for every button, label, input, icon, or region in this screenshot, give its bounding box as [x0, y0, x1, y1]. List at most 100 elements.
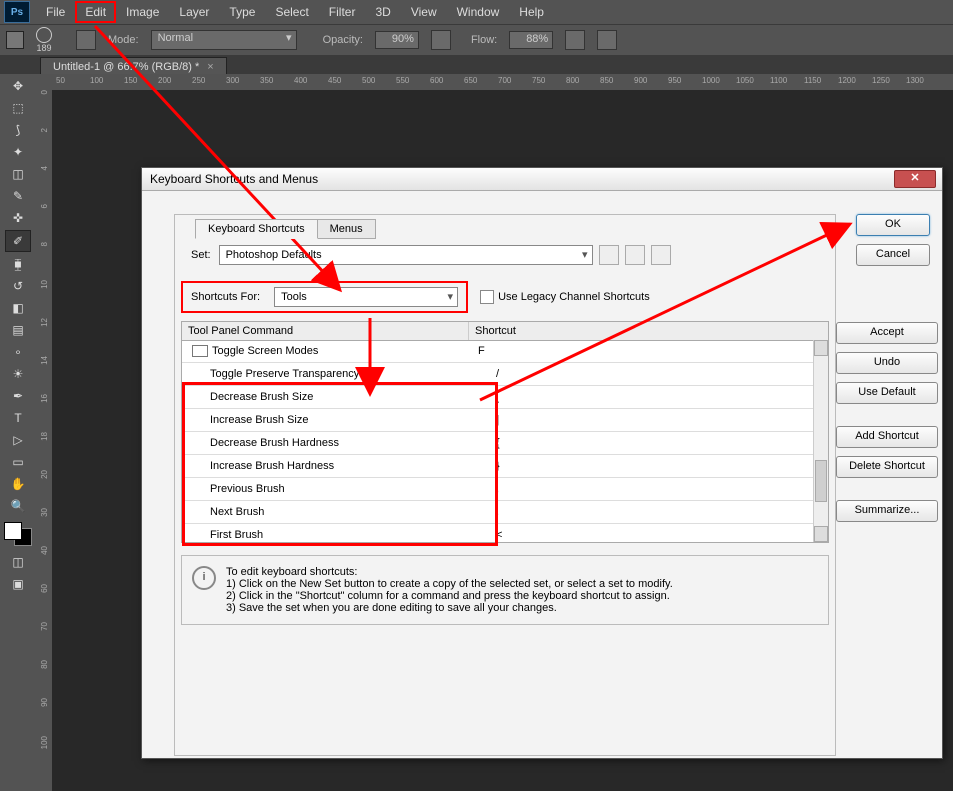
ruler-tick-v: 4	[40, 166, 49, 170]
row-shortcut[interactable]: /	[490, 363, 814, 385]
cancel-button[interactable]: Cancel	[856, 244, 930, 266]
scroll-up-icon[interactable]	[814, 340, 828, 356]
row-shortcut[interactable]: .	[490, 501, 814, 523]
shortcut-row[interactable]: First Brush <	[182, 524, 814, 542]
healing-tool[interactable]: ✜	[6, 208, 30, 228]
hand-tool[interactable]: ✋	[6, 474, 30, 494]
airbrush-icon[interactable]	[565, 30, 585, 50]
grid-scrollbar[interactable]	[813, 340, 828, 542]
new-set-icon[interactable]	[599, 245, 619, 265]
ok-button[interactable]: OK	[856, 214, 930, 236]
save-set-icon[interactable]	[625, 245, 645, 265]
ruler-tick: 1000	[702, 76, 720, 85]
menu-layer[interactable]: Layer	[169, 1, 219, 23]
tab-keyboard-shortcuts[interactable]: Keyboard Shortcuts	[195, 219, 318, 239]
menu-edit[interactable]: Edit	[75, 1, 116, 23]
row-command: Next Brush	[210, 506, 264, 518]
wand-tool[interactable]: ✦	[6, 142, 30, 162]
column-command[interactable]: Tool Panel Command	[182, 322, 469, 340]
shape-tool[interactable]: ▭	[6, 452, 30, 472]
tool-preset-icon[interactable]	[6, 31, 24, 49]
color-swatches[interactable]	[4, 522, 32, 546]
brush-tool[interactable]: ✐	[5, 230, 31, 252]
eyedropper-tool[interactable]: ✎	[6, 186, 30, 206]
opacity-input[interactable]: 90%	[375, 31, 419, 49]
shortcut-row[interactable]: Increase Brush Size]	[182, 409, 814, 432]
type-tool[interactable]: T	[6, 408, 30, 428]
delete-set-icon[interactable]	[651, 245, 671, 265]
menu-image[interactable]: Image	[116, 1, 169, 23]
info-title: To edit keyboard shortcuts:	[226, 566, 673, 578]
ruler-tick-v: 40	[40, 546, 49, 555]
menu-type[interactable]: Type	[219, 1, 265, 23]
dodge-tool[interactable]: ☀	[6, 364, 30, 384]
shortcut-row[interactable]: Toggle Screen Modes F	[182, 340, 814, 363]
move-tool[interactable]: ✥	[6, 76, 30, 96]
dialog-titlebar[interactable]: Keyboard Shortcuts and Menus ✕	[142, 168, 942, 191]
row-shortcut[interactable]: F	[472, 340, 814, 362]
path-tool[interactable]: ▷	[6, 430, 30, 450]
menu-filter[interactable]: Filter	[319, 1, 366, 23]
delete-shortcut-button[interactable]: Delete Shortcut	[836, 456, 938, 478]
shortcut-row[interactable]: Next Brush.	[182, 501, 814, 524]
gradient-tool[interactable]: ▤	[6, 320, 30, 340]
row-shortcut[interactable]: }	[490, 455, 814, 477]
shortcut-row[interactable]: Increase Brush Hardness}	[182, 455, 814, 478]
dialog-close-button[interactable]: ✕	[894, 170, 936, 188]
eraser-tool[interactable]: ◧	[6, 298, 30, 318]
menu-file[interactable]: File	[36, 1, 75, 23]
scroll-down-icon[interactable]	[814, 526, 828, 542]
menu-3d[interactable]: 3D	[365, 1, 400, 23]
quickmask-icon[interactable]: ◫	[6, 552, 30, 572]
set-label: Set:	[191, 249, 211, 261]
shortcut-row[interactable]: Toggle Preserve Transparency/	[182, 363, 814, 386]
add-shortcut-button[interactable]: Add Shortcut	[836, 426, 938, 448]
ruler-tick-v: 20	[40, 470, 49, 479]
legacy-checkbox[interactable]	[480, 290, 494, 304]
scroll-thumb[interactable]	[815, 460, 827, 502]
undo-button[interactable]: Undo	[836, 352, 938, 374]
menu-help[interactable]: Help	[509, 1, 554, 23]
ruler-tick: 850	[600, 76, 613, 85]
row-command: Decrease Brush Hardness	[210, 437, 339, 449]
opacity-pressure-icon[interactable]	[431, 30, 451, 50]
close-tab-icon[interactable]: ×	[207, 61, 213, 73]
screenmode-icon[interactable]: ▣	[6, 574, 30, 594]
row-shortcut[interactable]: ]	[490, 409, 814, 431]
row-shortcut[interactable]: ,	[490, 478, 814, 500]
ruler-tick-v: 14	[40, 356, 49, 365]
set-select[interactable]: Photoshop Defaults	[219, 245, 593, 265]
tablet-pressure-icon[interactable]	[597, 30, 617, 50]
pen-tool[interactable]: ✒	[6, 386, 30, 406]
ruler-tick: 550	[396, 76, 409, 85]
row-command: Toggle Screen Modes	[212, 345, 318, 357]
column-shortcut[interactable]: Shortcut	[469, 322, 828, 340]
brush-panel-icon[interactable]	[76, 30, 96, 50]
shortcut-row[interactable]: Decrease Brush Size[	[182, 386, 814, 409]
mode-select[interactable]: Normal	[151, 30, 297, 50]
marquee-tool[interactable]: ⬚	[6, 98, 30, 118]
row-shortcut[interactable]: [	[490, 386, 814, 408]
shortcut-row[interactable]: Decrease Brush Hardness {	[182, 432, 814, 455]
accept-button[interactable]: Accept	[836, 322, 938, 344]
info-line-1: 1) Click on the New Set button to create…	[226, 578, 673, 590]
menu-select[interactable]: Select	[265, 1, 318, 23]
menu-window[interactable]: Window	[447, 1, 510, 23]
lasso-tool[interactable]: ⟆	[6, 120, 30, 140]
flow-input[interactable]: 88%	[509, 31, 553, 49]
zoom-tool[interactable]: 🔍	[6, 496, 30, 516]
summarize-button[interactable]: Summarize...	[836, 500, 938, 522]
shortcut-row[interactable]: Previous Brush,	[182, 478, 814, 501]
ruler-tick: 100	[90, 76, 103, 85]
history-brush-tool[interactable]: ↺	[6, 276, 30, 296]
use-default-button[interactable]: Use Default	[836, 382, 938, 404]
row-shortcut[interactable]: {	[490, 432, 814, 454]
blur-tool[interactable]: ∘	[6, 342, 30, 362]
crop-tool[interactable]: ◫	[6, 164, 30, 184]
stamp-tool[interactable]: ⧯	[6, 254, 30, 274]
shortcuts-for-select[interactable]: Tools	[274, 287, 458, 307]
brush-preset-picker[interactable]: 189	[36, 27, 64, 53]
row-shortcut[interactable]: <	[490, 524, 814, 542]
menu-view[interactable]: View	[401, 1, 447, 23]
row-command: First Brush	[210, 529, 263, 541]
